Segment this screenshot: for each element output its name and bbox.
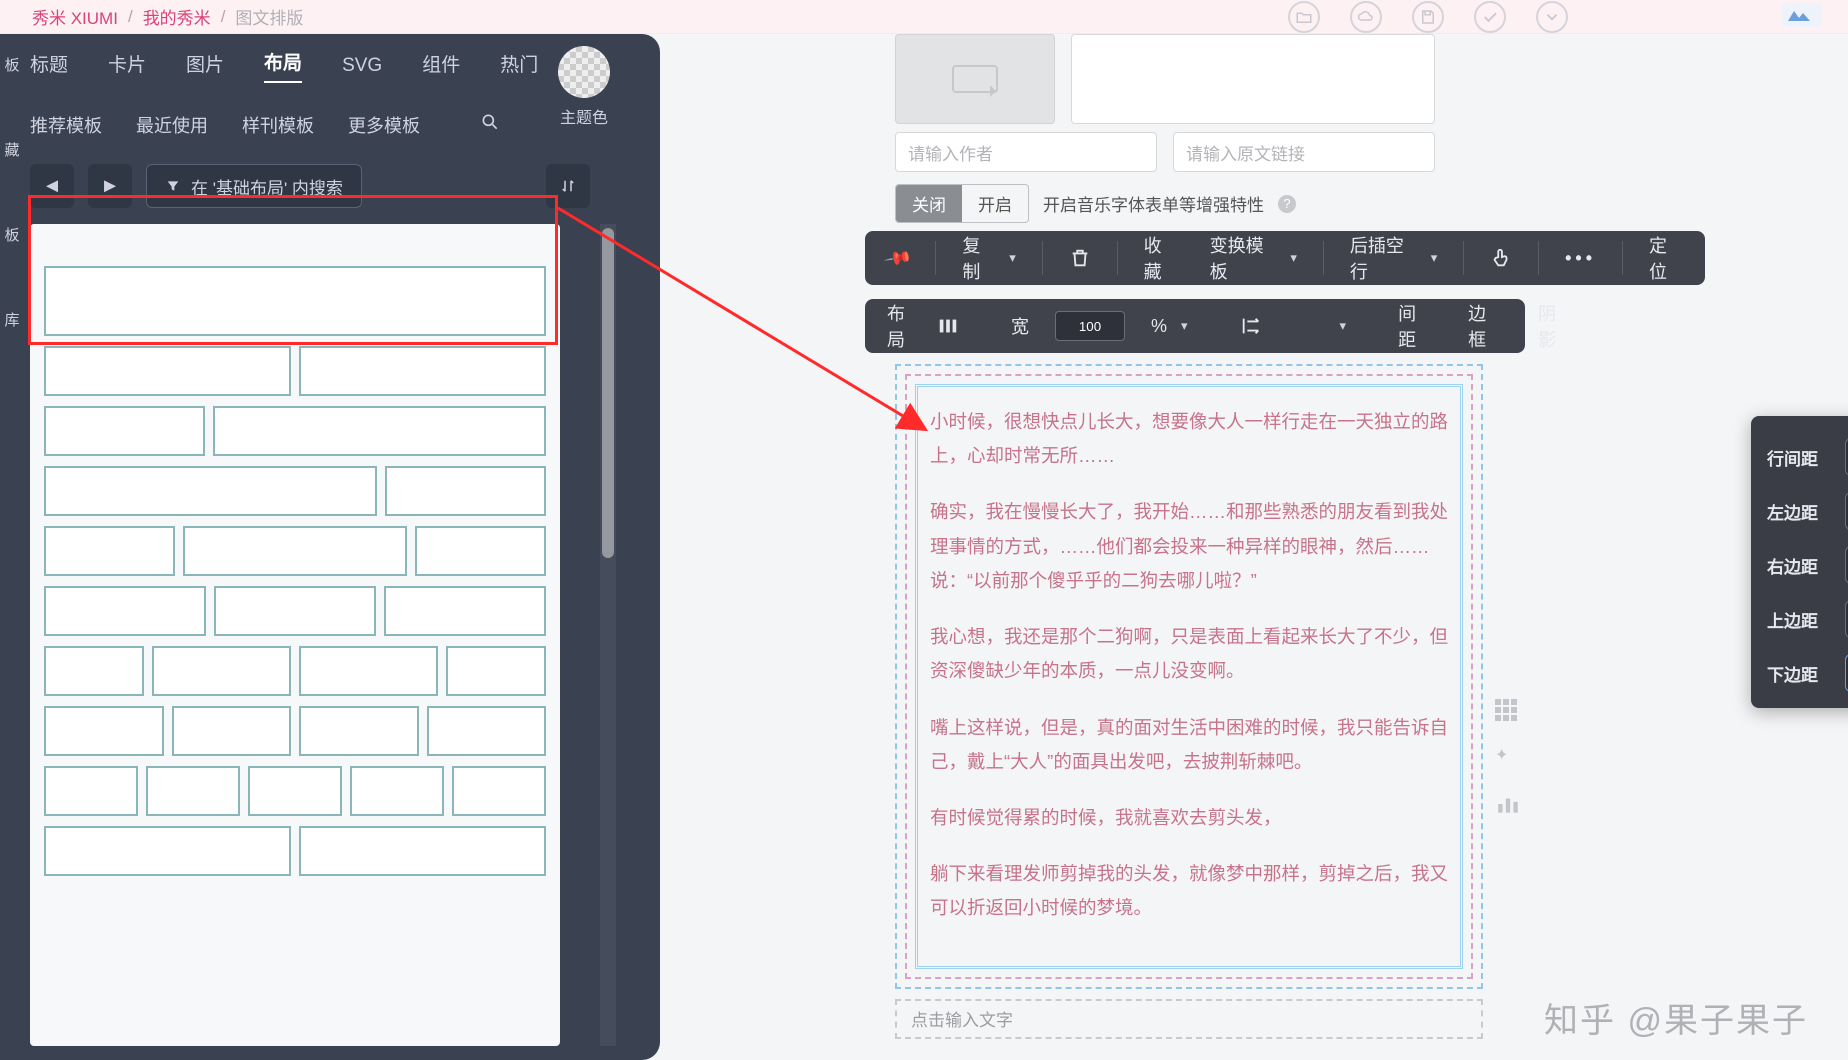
article-p[interactable]: 我心想，我还是那个二狗啊，只是表面上看起来长大了不少，但资深傻缺少年的本质，一点…	[930, 620, 1448, 688]
theme-color-label: 主题色	[544, 104, 624, 128]
author-input[interactable]: 请输入作者	[895, 132, 1157, 172]
sort-button[interactable]	[546, 164, 590, 208]
article-p[interactable]: 有时候觉得累的时候，我就喜欢去剪头发，	[930, 801, 1448, 835]
tab-svg[interactable]: SVG	[342, 55, 382, 83]
subtab-recommend[interactable]: 推荐模板	[30, 112, 102, 138]
pad-bottom-label: 下边距	[1767, 661, 1831, 686]
layout-template[interactable]	[44, 646, 546, 696]
layout-template[interactable]	[44, 706, 546, 756]
tab-widget[interactable]: 组件	[422, 50, 460, 83]
slim-tab-0[interactable]: 板	[4, 54, 19, 75]
layout-search-text: 在 '基础布局' 内搜索	[191, 174, 343, 199]
slim-tab-2[interactable]: 板	[4, 224, 19, 245]
width-unit[interactable]: %	[1145, 312, 1194, 341]
pad-top-label: 上边距	[1767, 607, 1831, 632]
layout-template[interactable]	[44, 466, 546, 516]
bg-color-dd[interactable]	[1328, 314, 1353, 338]
article-p[interactable]: 嘴上这样说，但是，真的面对生活中困难的时候，我只能告诉自己，戴上“大人”的面具出…	[930, 711, 1448, 779]
columns-icon[interactable]	[931, 311, 965, 341]
enhance-label: 开启音乐字体表单等增强特性	[1043, 191, 1264, 216]
template-scrollbar[interactable]	[600, 224, 616, 1046]
pointer-icon[interactable]	[1484, 243, 1518, 273]
lineheight-label: 行间距	[1767, 445, 1831, 470]
layout-template[interactable]	[44, 586, 546, 636]
footer-text-placeholder[interactable]: 点击输入文字	[895, 999, 1483, 1039]
enhance-off[interactable]: 关闭	[896, 185, 962, 222]
layout-label: 布局	[881, 296, 911, 356]
locate-button[interactable]: 定位	[1643, 228, 1689, 288]
tab-hot[interactable]: 热门	[500, 50, 538, 83]
theme-color-swatch[interactable]	[558, 46, 610, 98]
cloud-icon[interactable]	[1350, 1, 1382, 33]
cover-image-placeholder[interactable]	[895, 34, 1055, 124]
grid-icon[interactable]	[1495, 699, 1521, 725]
nav-fwd-button[interactable]: ►	[88, 164, 132, 208]
pad-left-label: 左边距	[1767, 499, 1831, 524]
favorite-button[interactable]: 收藏	[1138, 228, 1184, 288]
filter-icon	[165, 178, 181, 194]
crumb-mine[interactable]: 我的秀米	[143, 4, 211, 29]
article-p[interactable]: 躺下来看理发师剪掉我的头发，就像梦中那样，剪掉之后，我又可以折返回小时候的梦境。	[930, 857, 1448, 925]
bars-icon[interactable]	[1495, 791, 1521, 817]
align-icon[interactable]	[1234, 311, 1268, 341]
layout-template[interactable]	[44, 266, 546, 336]
subtab-recent[interactable]: 最近使用	[136, 112, 208, 138]
pad-right-label: 右边距	[1767, 553, 1831, 578]
layout-search-pill[interactable]: 在 '基础布局' 内搜索	[146, 164, 362, 208]
watermark: 知乎 @果子果子	[1544, 993, 1808, 1042]
save-icon[interactable]	[1412, 1, 1444, 33]
help-icon[interactable]: ?	[1278, 195, 1296, 213]
dropdown-icon[interactable]	[1536, 1, 1568, 33]
swap-template-button[interactable]: 变换模板	[1204, 228, 1303, 288]
search-icon[interactable]	[480, 112, 500, 137]
article-p[interactable]: 确实，我在慢慢长大了，我开始……和那些熟悉的朋友看到我处理事情的方式，……他们都…	[930, 495, 1448, 598]
subtab-more[interactable]: 更多模板	[348, 112, 420, 138]
spacing-button[interactable]: 间距	[1392, 296, 1422, 356]
border-button[interactable]: 边框	[1462, 296, 1492, 356]
selected-layout-block[interactable]: 小时候，很想快点儿长大，想要像大人一样行走在一天独立的路上，心却时常无所…… 确…	[895, 364, 1483, 989]
check-icon[interactable]	[1474, 1, 1506, 33]
delete-button[interactable]	[1063, 243, 1097, 273]
top-breadcrumb: 秀米 XIUMI / 我的秀米 / 图文排版	[0, 0, 1848, 34]
enhance-on[interactable]: 开启	[962, 185, 1028, 222]
slim-tab-3[interactable]: 库	[4, 309, 19, 330]
tab-image[interactable]: 图片	[186, 50, 224, 83]
layout-template[interactable]	[44, 526, 546, 576]
layout-template-list	[30, 224, 560, 1046]
folder-icon[interactable]	[1288, 1, 1320, 33]
article-p[interactable]: 小时候，很想快点儿长大，想要像大人一样行走在一天独立的路上，心却时常无所……	[930, 405, 1448, 473]
subtab-sample[interactable]: 样刊模板	[242, 112, 314, 138]
sparkle-icon[interactable]: ✦	[1495, 745, 1521, 771]
spacing-popover: 行间距 1.60倍 左边距 10像素 右边距 10像素 上边距 10像素 下边距…	[1751, 416, 1848, 708]
copy-button[interactable]: 复制	[956, 228, 1021, 288]
crumb-current: 图文排版	[235, 4, 303, 29]
shadow-button[interactable]: 阴影	[1532, 296, 1562, 356]
pin-icon[interactable]: 📌	[876, 236, 921, 279]
brand-logo	[1782, 3, 1822, 27]
tab-layout[interactable]: 布局	[264, 48, 302, 83]
layout-template[interactable]	[44, 826, 546, 876]
more-icon[interactable]: •••	[1559, 244, 1602, 273]
nav-back-button[interactable]: ◄	[30, 164, 74, 208]
title-input[interactable]	[1071, 34, 1435, 124]
layout-template[interactable]	[44, 346, 546, 396]
slim-tab-1[interactable]: 藏	[4, 139, 19, 160]
layout-template[interactable]	[44, 766, 546, 816]
width-input[interactable]	[1055, 311, 1125, 341]
width-label: 宽	[1005, 309, 1035, 343]
source-link-input[interactable]: 请输入原文链接	[1173, 132, 1435, 172]
insert-blank-button[interactable]: 后插空行	[1344, 228, 1443, 288]
tab-card[interactable]: 卡片	[108, 50, 146, 83]
tab-title[interactable]: 标题	[30, 50, 68, 83]
enhance-toggle[interactable]: 关闭 开启	[895, 184, 1029, 223]
crumb-app[interactable]: 秀米 XIUMI	[32, 4, 118, 29]
layout-template[interactable]	[44, 406, 546, 456]
